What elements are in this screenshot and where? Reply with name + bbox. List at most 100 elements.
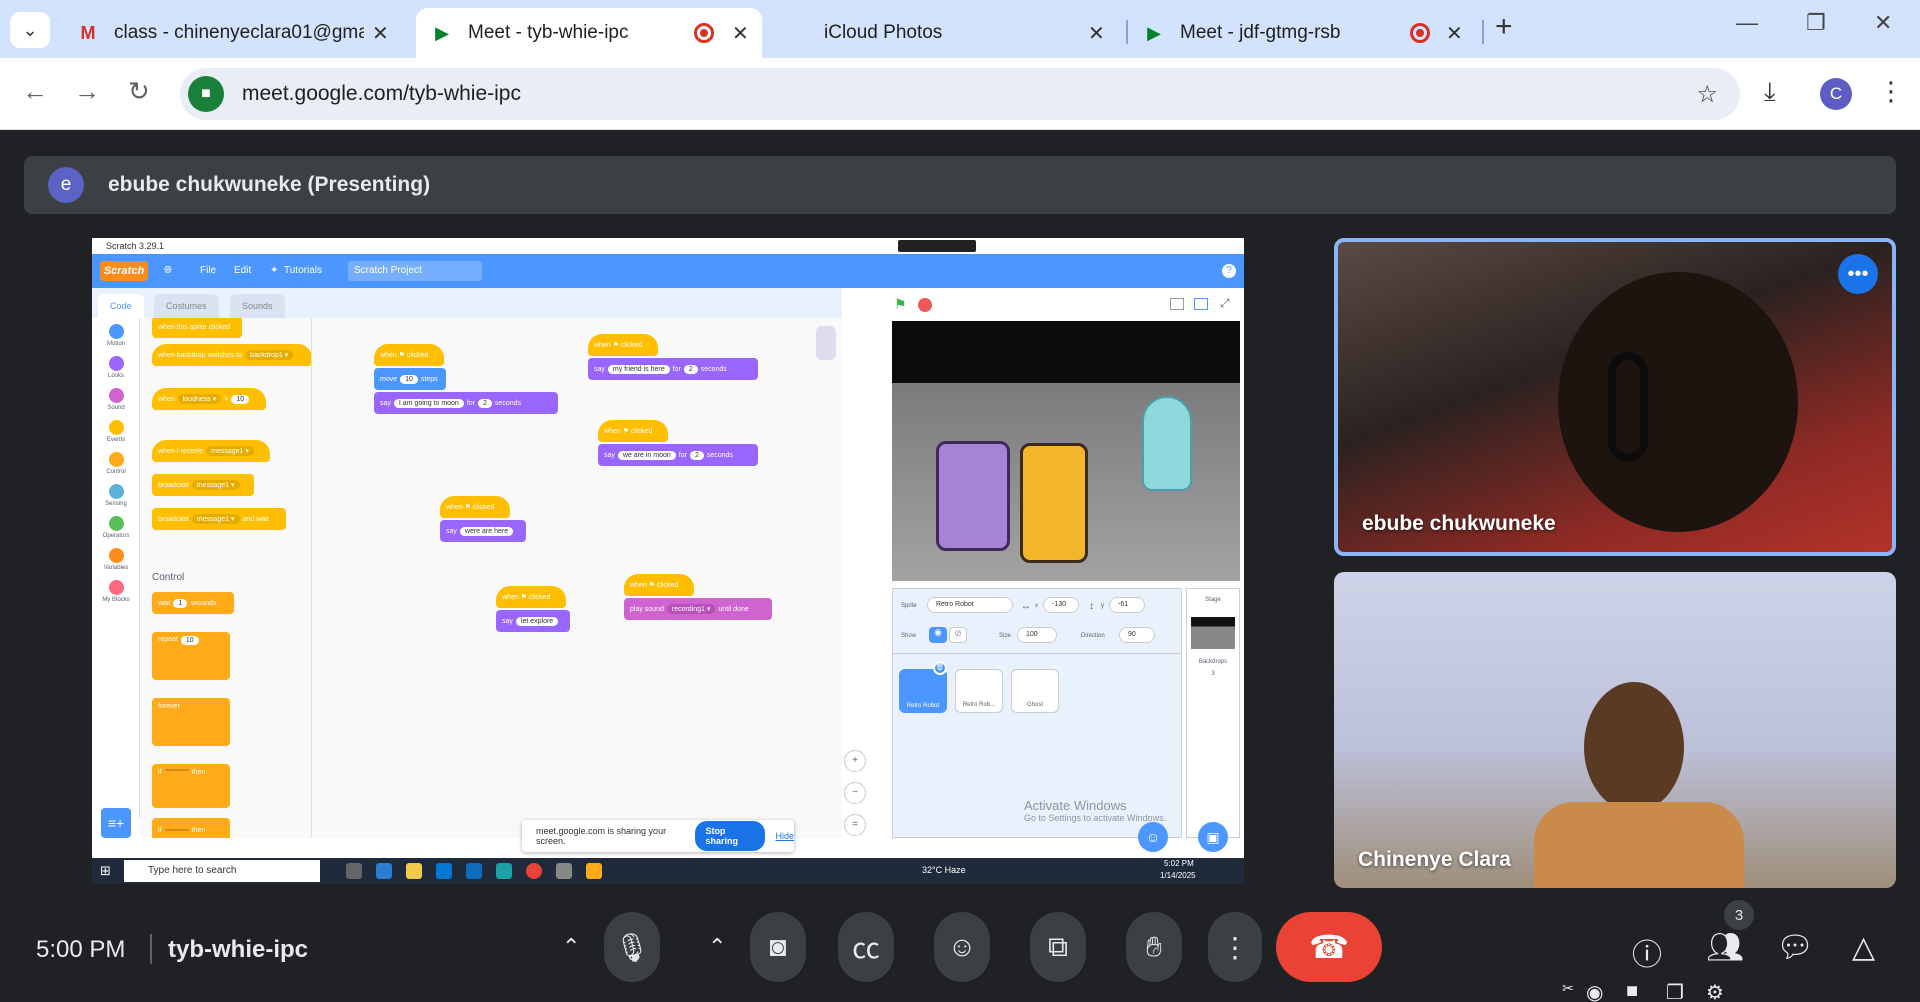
- scratch-taskbar-icon[interactable]: [586, 863, 602, 879]
- size-input[interactable]: 100: [1017, 627, 1057, 643]
- backdrop-thumbnail[interactable]: [1191, 617, 1235, 649]
- video-options-chevron-icon[interactable]: ⌃: [708, 934, 726, 960]
- large-stage-icon[interactable]: [1194, 298, 1208, 310]
- category-operators[interactable]: Operators: [100, 516, 132, 539]
- add-extension-icon[interactable]: ≡+: [101, 808, 131, 838]
- direction-input[interactable]: 90: [1119, 627, 1155, 643]
- tab-search-button[interactable]: ⌄: [10, 12, 50, 48]
- block-say-for-seconds[interactable]: say we are in moon for 2 seconds: [598, 444, 758, 466]
- close-tab-icon[interactable]: ✕: [1446, 21, 1463, 46]
- window-tool-icon[interactable]: ❐: [1666, 980, 1684, 1002]
- category-looks[interactable]: Looks: [100, 356, 132, 379]
- leave-call-button[interactable]: ☎: [1276, 912, 1382, 982]
- block-input[interactable]: we are in moon: [617, 450, 676, 460]
- block-dropdown[interactable]: backdrop1 ▾: [245, 350, 294, 360]
- address-bar[interactable]: ■ meet.google.com/tyb-whie-ipc ☆: [180, 68, 1740, 120]
- boolean-slot[interactable]: [164, 769, 189, 771]
- block-when-i-receive[interactable]: when I receive message1 ▾: [152, 440, 270, 462]
- block-when-sprite-clicked[interactable]: when this sprite clicked: [152, 318, 242, 338]
- script-6-hat[interactable]: when ⚑ clicked: [624, 574, 694, 596]
- block-say[interactable]: say were are here: [440, 520, 526, 542]
- taskbar-search-input[interactable]: Type here to search: [124, 860, 320, 882]
- block-input[interactable]: 2: [478, 398, 492, 408]
- file-explorer-icon[interactable]: [406, 863, 422, 879]
- close-tab-icon[interactable]: ✕: [1088, 21, 1105, 46]
- block-dropdown[interactable]: message1 ▾: [191, 480, 240, 490]
- boolean-slot[interactable]: [164, 829, 189, 831]
- script-3-hat[interactable]: when ⚑ clicked: [598, 420, 668, 442]
- block-broadcast[interactable]: broadcast message1 ▾: [152, 474, 254, 496]
- category-variables[interactable]: Variables: [100, 548, 132, 571]
- block-input[interactable]: my friend is here: [607, 364, 670, 374]
- restore-icon[interactable]: ❐: [1806, 10, 1826, 36]
- stop-icon[interactable]: [918, 298, 932, 312]
- block-dropdown[interactable]: recording1 ▾: [666, 604, 716, 614]
- microphone-button[interactable]: 🎙︎: [604, 912, 660, 982]
- delete-sprite-icon[interactable]: 🗑︎: [933, 661, 947, 675]
- block-broadcast-and-wait[interactable]: broadcast message1 ▾ and wait: [152, 508, 286, 530]
- block-dropdown[interactable]: message1 ▾: [191, 514, 240, 524]
- chat-icon[interactable]: 💬︎: [1776, 930, 1814, 965]
- participant-tile-chinenye[interactable]: Chinenye Clara: [1334, 572, 1896, 888]
- ghost-sprite[interactable]: [1142, 396, 1192, 491]
- block-input[interactable]: 1: [173, 598, 188, 608]
- camera-button[interactable]: ◙: [750, 912, 806, 982]
- edge-icon[interactable]: [496, 863, 512, 879]
- outlook-icon[interactable]: [466, 863, 482, 879]
- more-options-icon[interactable]: •••: [1838, 254, 1878, 294]
- fullscreen-icon[interactable]: ⤢: [1220, 296, 1230, 311]
- camera-tool-icon[interactable]: ◉: [1586, 980, 1603, 1002]
- sprite-name-input[interactable]: Retro Robot: [927, 597, 1013, 613]
- audio-options-chevron-icon[interactable]: ⌃: [562, 934, 580, 960]
- choose-backdrop-icon[interactable]: ▣: [1198, 822, 1228, 852]
- show-visible-icon[interactable]: ◉: [929, 627, 947, 643]
- script-2-hat[interactable]: when ⚑ clicked: [588, 334, 658, 356]
- stage-canvas[interactable]: [892, 321, 1240, 581]
- zoom-in-icon[interactable]: +: [844, 750, 866, 772]
- block-input[interactable]: let explore: [515, 616, 559, 626]
- block-if-then[interactable]: if then: [152, 818, 230, 838]
- block-say[interactable]: say let explore: [496, 610, 570, 632]
- block-say-for-seconds[interactable]: say I am going to moon for 2 seconds: [374, 392, 558, 414]
- block-say-for-seconds[interactable]: say my friend is here for 2 seconds: [588, 358, 758, 380]
- copilot-icon[interactable]: [376, 863, 392, 879]
- choose-sprite-icon[interactable]: ☺: [1138, 822, 1168, 852]
- tab-icloud-photos[interactable]: iCloud Photos ✕: [772, 8, 1112, 58]
- record-tool-icon[interactable]: ■: [1626, 980, 1638, 1002]
- present-screen-button[interactable]: ⧉: [1030, 912, 1086, 982]
- captions-button[interactable]: ㏄: [838, 912, 894, 982]
- sprite-thumb-retro-robot-2[interactable]: Retro Rob...: [955, 669, 1003, 713]
- category-my-blocks[interactable]: My Blocks: [100, 580, 132, 603]
- meet-camera-icon[interactable]: ■: [188, 76, 224, 112]
- block-input[interactable]: 10: [400, 374, 418, 384]
- code-workspace[interactable]: when ⚑ clicked move 10 steps say I am going…: [312, 318, 842, 838]
- reactions-button[interactable]: ☺: [934, 912, 990, 982]
- block-wait[interactable]: wait 1 seconds: [152, 592, 234, 614]
- scratch-logo[interactable]: Scratch: [100, 261, 148, 281]
- tab-meet-jdf-gtmg-rsb[interactable]: ▶ Meet - jdf-gtmg-rsb ✕: [1128, 8, 1478, 58]
- task-view-icon[interactable]: [346, 863, 362, 879]
- store-icon[interactable]: [436, 863, 452, 879]
- close-tab-icon[interactable]: ✕: [732, 21, 749, 46]
- block-input[interactable]: 2: [689, 450, 704, 460]
- close-tab-icon[interactable]: ✕: [372, 21, 389, 46]
- tab-costumes[interactable]: Costumes: [154, 294, 219, 318]
- participant-tile-ebube[interactable]: ••• ebube chukwuneke: [1334, 238, 1896, 556]
- bookmark-star-icon[interactable]: ☆: [1696, 80, 1718, 109]
- back-arrow-icon[interactable]: ←: [22, 76, 48, 107]
- menu-file[interactable]: File: [200, 265, 216, 276]
- meeting-info-icon[interactable]: ⓘ: [1632, 930, 1662, 974]
- retro-robot-2-sprite[interactable]: [1020, 443, 1088, 563]
- settings-icon[interactable]: [556, 863, 572, 879]
- stop-sharing-button[interactable]: Stop sharing: [695, 821, 766, 851]
- chrome-icon[interactable]: [526, 863, 542, 879]
- script-5-hat[interactable]: when ⚑ clicked: [496, 586, 566, 608]
- zoom-reset-icon[interactable]: =: [844, 814, 866, 836]
- browser-menu-icon[interactable]: ⋮: [1878, 76, 1904, 107]
- block-if-then[interactable]: if then: [152, 764, 230, 808]
- show-hidden-icon[interactable]: ⊘: [949, 627, 967, 643]
- profile-avatar[interactable]: C: [1820, 78, 1852, 110]
- block-repeat[interactable]: repeat 10: [152, 632, 230, 680]
- block-input[interactable]: 10: [231, 394, 250, 404]
- x-input[interactable]: -130: [1043, 597, 1079, 613]
